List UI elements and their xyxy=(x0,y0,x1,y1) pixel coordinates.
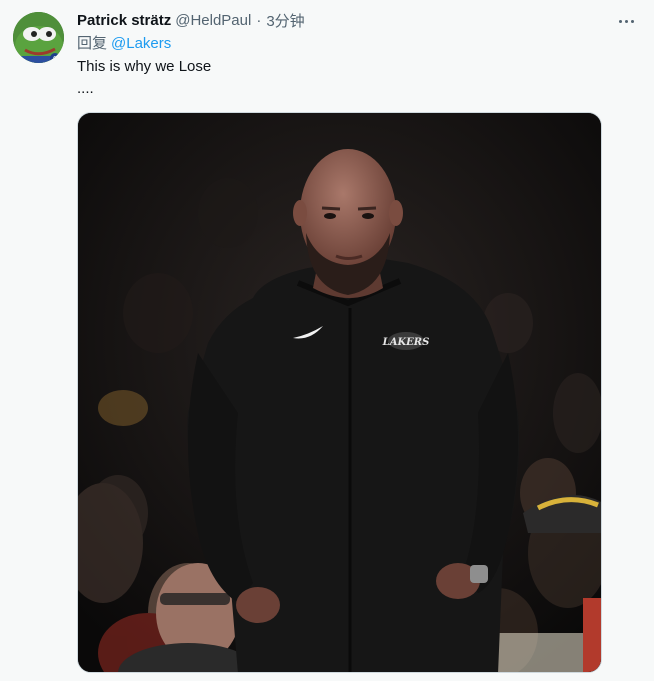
tweet-text-line-1: This is why we Lose xyxy=(77,58,212,75)
svg-text:6: 6 xyxy=(53,55,58,63)
tweet-media-photo[interactable]: LAKERS xyxy=(77,112,602,673)
header-separator: · xyxy=(256,11,262,29)
more-dot xyxy=(630,19,634,23)
tweet-timestamp[interactable]: 3分钟 xyxy=(266,10,304,31)
reply-context: 回复 @Lakers xyxy=(77,34,637,54)
tweet-text-line-2: .... xyxy=(77,80,94,97)
more-dot xyxy=(624,19,628,23)
more-horizontal-icon xyxy=(618,19,622,23)
author-display-name[interactable]: Patrick strätz xyxy=(77,12,171,29)
reply-mention-link[interactable]: @Lakers xyxy=(111,35,171,52)
coach-photo: LAKERS xyxy=(78,113,601,672)
tweet-header: Patrick strätz @HeldPaul · 3分钟 xyxy=(77,10,637,30)
tweet-content: Patrick strätz @HeldPaul · 3分钟 回复 @Lakers… xyxy=(77,10,637,100)
author-avatar[interactable]: 6 xyxy=(13,12,64,63)
tweet-card[interactable]: 6 Patrick strätz @HeldPaul · 3分钟 回复 @Lake… xyxy=(0,0,654,681)
reply-prefix: 回复 xyxy=(77,35,108,52)
lakers-logo-icon: LAKERS xyxy=(382,337,430,348)
pepe-frog-icon: 6 xyxy=(13,12,64,63)
author-handle[interactable]: @HeldPaul xyxy=(175,12,251,29)
more-options-button[interactable] xyxy=(615,12,637,30)
